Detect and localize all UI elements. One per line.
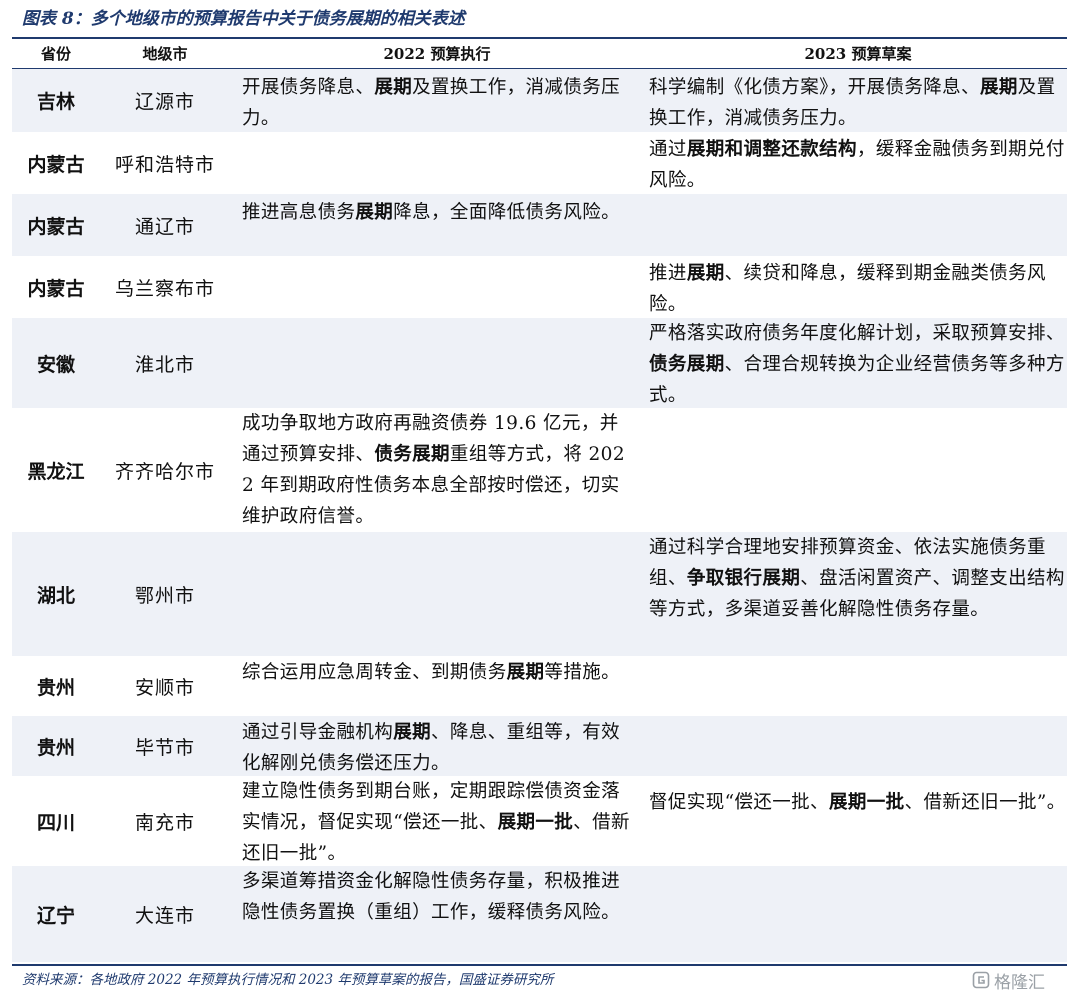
- province-cell: 辽宁: [36, 904, 75, 927]
- city-cell: 安顺市: [134, 676, 195, 699]
- text-segment: 开展债务降息、: [242, 77, 375, 98]
- keyword-highlight: 争取银行展期: [686, 568, 801, 589]
- budget-2022-cell: 多渠道筹措资金化解隐性债务存量，积极推进隐性债务置换（重组）工作，缓释债务风险。: [242, 866, 632, 928]
- city-cell: 鄂州市: [134, 584, 195, 607]
- city-cell: 呼和浩特市: [114, 153, 215, 176]
- city-cell: 淮北市: [134, 353, 195, 376]
- city-cell: 通辽市: [134, 215, 195, 238]
- city-cell: 乌兰察布市: [114, 277, 215, 300]
- table-row: 黑龙江 齐齐哈尔市 成功争取地方政府再融资债券 19.6 亿元，并通过预算安排、债务…: [12, 408, 1067, 532]
- keyword-highlight: 展期: [686, 263, 725, 284]
- header-city: 地级市: [142, 45, 188, 63]
- text-segment: 推进高息债务: [242, 202, 356, 223]
- budget-2022-cell: 建立隐性债务到期台账，定期跟踪偿债资金落实情况，督促实现“偿还一批、展期一批、借…: [242, 776, 632, 869]
- keyword-highlight: 展期: [374, 77, 413, 98]
- city-cell: 齐齐哈尔市: [114, 460, 215, 483]
- city-cell: 毕节市: [134, 736, 195, 759]
- keyword-highlight: 展期: [393, 722, 432, 743]
- keyword-highlight: 展期: [979, 77, 1018, 98]
- text-segment: 通过: [649, 139, 687, 160]
- city-cell: 辽源市: [134, 91, 195, 113]
- header-2023: 2023 预算草案: [804, 45, 912, 63]
- province-cell: 安徽: [36, 353, 75, 376]
- text-segment: 科学编制《化债方案》，开展债务降息、: [649, 77, 980, 98]
- watermark: 格隆汇: [972, 968, 1045, 993]
- keyword-highlight: 展期: [355, 202, 394, 223]
- draft-2023-cell: 科学编制《化债方案》，开展债务降息、展期及置换工作，消减债务压力。: [649, 72, 1067, 134]
- source-note: 资料来源：各地政府 2022 年预算执行情况和 2023 年预算草案的报告，国盛…: [22, 972, 554, 988]
- keyword-highlight: 展期一批: [828, 792, 905, 813]
- text-segment: 降息，全面降低债务风险。: [393, 202, 621, 223]
- table-row: 贵州 安顺市 综合运用应急周转金、到期债务展期等措施。: [12, 656, 1067, 716]
- text-segment: 综合运用应急周转金、到期债务: [242, 662, 507, 683]
- watermark-logo-icon: [972, 971, 990, 989]
- province-cell: 贵州: [36, 676, 75, 699]
- keyword-highlight: 展期: [506, 662, 545, 683]
- figure-title: 图表 8：多个地级市的预算报告中关于债务展期的相关表述: [22, 9, 465, 29]
- text-segment: 多渠道筹措资金化解隐性债务存量，积极推进隐性债务置换（重组）工作，缓释债务风险。: [242, 871, 621, 923]
- keyword-highlight: 债务展期: [649, 354, 725, 375]
- table-row: 内蒙古 呼和浩特市 通过展期和调整还款结构，缓释金融债务到期兑付风险。: [12, 132, 1067, 194]
- budget-2022-cell: 通过引导金融机构展期、降息、重组等，有效化解刚兑债务偿还压力。: [242, 717, 632, 779]
- table-row: 辽宁 大连市 多渠道筹措资金化解隐性债务存量，积极推进隐性债务置换（重组）工作，缓释…: [12, 866, 1067, 962]
- province-cell: 内蒙古: [27, 153, 85, 176]
- draft-2023-cell: 通过展期和调整还款结构，缓释金融债务到期兑付风险。: [649, 134, 1067, 196]
- table-row: 湖北 鄂州市 通过科学合理地安排预算资金、依法实施债务重组、争取银行展期、盘活闲置资…: [12, 532, 1067, 656]
- budget-2022-cell: 开展债务降息、展期及置换工作，消减债务压力。: [242, 72, 632, 134]
- province-cell: 吉林: [36, 91, 75, 113]
- text-segment: 等措施。: [544, 662, 621, 683]
- bottom-rule: [12, 964, 1067, 966]
- text-segment: 、借新还旧一批”。: [904, 792, 1066, 813]
- province-cell: 黑龙江: [27, 460, 85, 483]
- budget-2022-cell: 综合运用应急周转金、到期债务展期等措施。: [242, 657, 632, 688]
- city-cell: 大连市: [134, 904, 195, 927]
- table-row: 吉林 辽源市 开展债务降息、展期及置换工作，消减债务压力。 科学编制《化债方案》，开展…: [12, 69, 1067, 132]
- top-rule: [12, 37, 1067, 39]
- table-row: 贵州 毕节市 通过引导金融机构展期、降息、重组等，有效化解刚兑债务偿还压力。: [12, 716, 1067, 776]
- draft-2023-cell: 推进展期、续贷和降息，缓释到期金融类债务风险。: [649, 258, 1067, 320]
- draft-2023-cell: 通过科学合理地安排预算资金、依法实施债务重组、争取银行展期、盘活闲置资产、调整支…: [649, 532, 1067, 625]
- table-row: 四川 南充市 建立隐性债务到期台账，定期跟踪偿债资金落实情况，督促实现“偿还一批、展…: [12, 776, 1067, 866]
- budget-2022-cell: 推进高息债务展期降息，全面降低债务风险。: [242, 197, 632, 228]
- text-segment: 通过引导金融机构: [242, 722, 394, 743]
- keyword-highlight: 展期和调整还款结构: [686, 139, 857, 160]
- province-cell: 贵州: [36, 736, 75, 759]
- text-segment: 督促实现“偿还一批、: [649, 792, 829, 813]
- table-header: 省份 地级市 2022 预算执行 2023 预算草案: [12, 40, 1067, 68]
- draft-2023-cell: 督促实现“偿还一批、展期一批、借新还旧一批”。: [649, 787, 1067, 818]
- table-row: 内蒙古 通辽市 推进高息债务展期降息，全面降低债务风险。: [12, 194, 1067, 256]
- province-cell: 内蒙古: [27, 277, 85, 300]
- table-row: 安徽 淮北市 严格落实政府债务年度化解计划，采取预算安排、债务展期、合理合规转换为企…: [12, 318, 1067, 408]
- draft-2023-cell: 严格落实政府债务年度化解计划，采取预算安排、债务展期、合理合规转换为企业经营债务…: [649, 318, 1067, 411]
- province-cell: 四川: [36, 811, 75, 834]
- keyword-highlight: 展期一批: [497, 812, 574, 833]
- header-2022: 2022 预算执行: [383, 45, 491, 63]
- header-province: 省份: [40, 45, 71, 63]
- province-cell: 内蒙古: [27, 215, 85, 238]
- keyword-highlight: 债务展期: [374, 444, 450, 465]
- province-cell: 湖北: [36, 584, 75, 607]
- text-segment: 严格落实政府债务年度化解计划，采取预算安排、: [649, 323, 1065, 344]
- watermark-text: 格隆汇: [994, 972, 1045, 993]
- budget-2022-cell: 成功争取地方政府再融资债券 19.6 亿元，并通过预算安排、债务展期重组等方式，…: [242, 408, 632, 532]
- text-segment: 推进: [649, 263, 687, 284]
- city-cell: 南充市: [134, 811, 195, 834]
- table-row: 内蒙古 乌兰察布市 推进展期、续贷和降息，缓释到期金融类债务风险。: [12, 256, 1067, 318]
